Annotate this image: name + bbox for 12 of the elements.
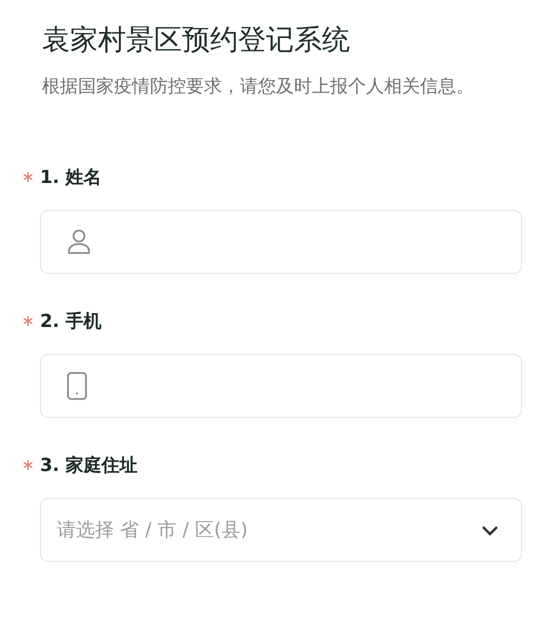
- person-icon: [67, 229, 91, 255]
- page-title: 袁家村景区预约登记系统: [42, 22, 351, 58]
- address-select[interactable]: 请选择 省 / 市 / 区(县): [40, 498, 522, 562]
- select-placeholder: 请选择 省 / 市 / 区(县): [57, 518, 249, 543]
- phone-input-field[interactable]: [40, 354, 522, 418]
- name-input-field[interactable]: [40, 210, 522, 274]
- page-subtitle: 根据国家疫情防控要求，请您及时上报个人相关信息。: [42, 75, 475, 99]
- chevron-down-icon: [481, 524, 499, 536]
- question-label: 1. 姓名: [40, 166, 102, 189]
- question-label: 3. 家庭住址: [40, 454, 138, 477]
- question-label: 2. 手机: [40, 310, 102, 333]
- phone-icon: [67, 372, 87, 400]
